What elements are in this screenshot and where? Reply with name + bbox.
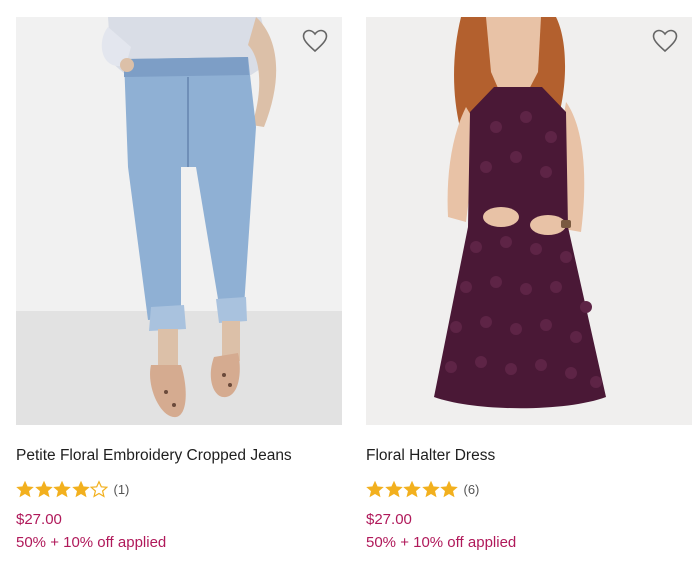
star-filled-icon: [71, 480, 90, 498]
promo-text: 50% + 10% off applied: [16, 534, 167, 551]
star-outline-icon: [90, 480, 108, 498]
star-filled-icon: [421, 480, 440, 498]
product-card-dress[interactable]: Floral Halter Dress (6) $27.00 50% + 10%…: [366, 17, 692, 551]
star-rating: [16, 480, 109, 498]
product-card-jeans[interactable]: Petite Floral Embroidery Cropped Jeans (…: [16, 17, 342, 551]
wishlist-heart-icon[interactable]: [651, 28, 679, 54]
star-filled-icon: [440, 480, 458, 498]
review-count: (1): [113, 481, 130, 497]
product-title[interactable]: Floral Halter Dress: [366, 447, 495, 465]
review-count: (6): [463, 481, 480, 497]
wishlist-heart-icon[interactable]: [301, 28, 329, 54]
star-filled-icon: [34, 480, 53, 498]
product-price: $27.00: [366, 511, 412, 528]
jeans-photo: [101, 17, 277, 418]
star-filled-icon: [366, 480, 384, 498]
star-rating: [366, 480, 459, 498]
star-filled-icon: [16, 480, 34, 498]
product-rating[interactable]: (6): [366, 480, 479, 498]
product-title[interactable]: Petite Floral Embroidery Cropped Jeans: [16, 447, 292, 465]
star-filled-icon: [53, 480, 71, 498]
promo-text: 50% + 10% off applied: [366, 534, 517, 551]
product-image-dress[interactable]: [366, 17, 692, 425]
star-filled-icon: [384, 480, 403, 498]
dress-photo: [434, 17, 606, 409]
product-rating[interactable]: (1): [16, 480, 129, 498]
star-filled-icon: [403, 480, 421, 498]
product-price: $27.00: [16, 511, 62, 528]
product-image-jeans[interactable]: [16, 17, 342, 425]
